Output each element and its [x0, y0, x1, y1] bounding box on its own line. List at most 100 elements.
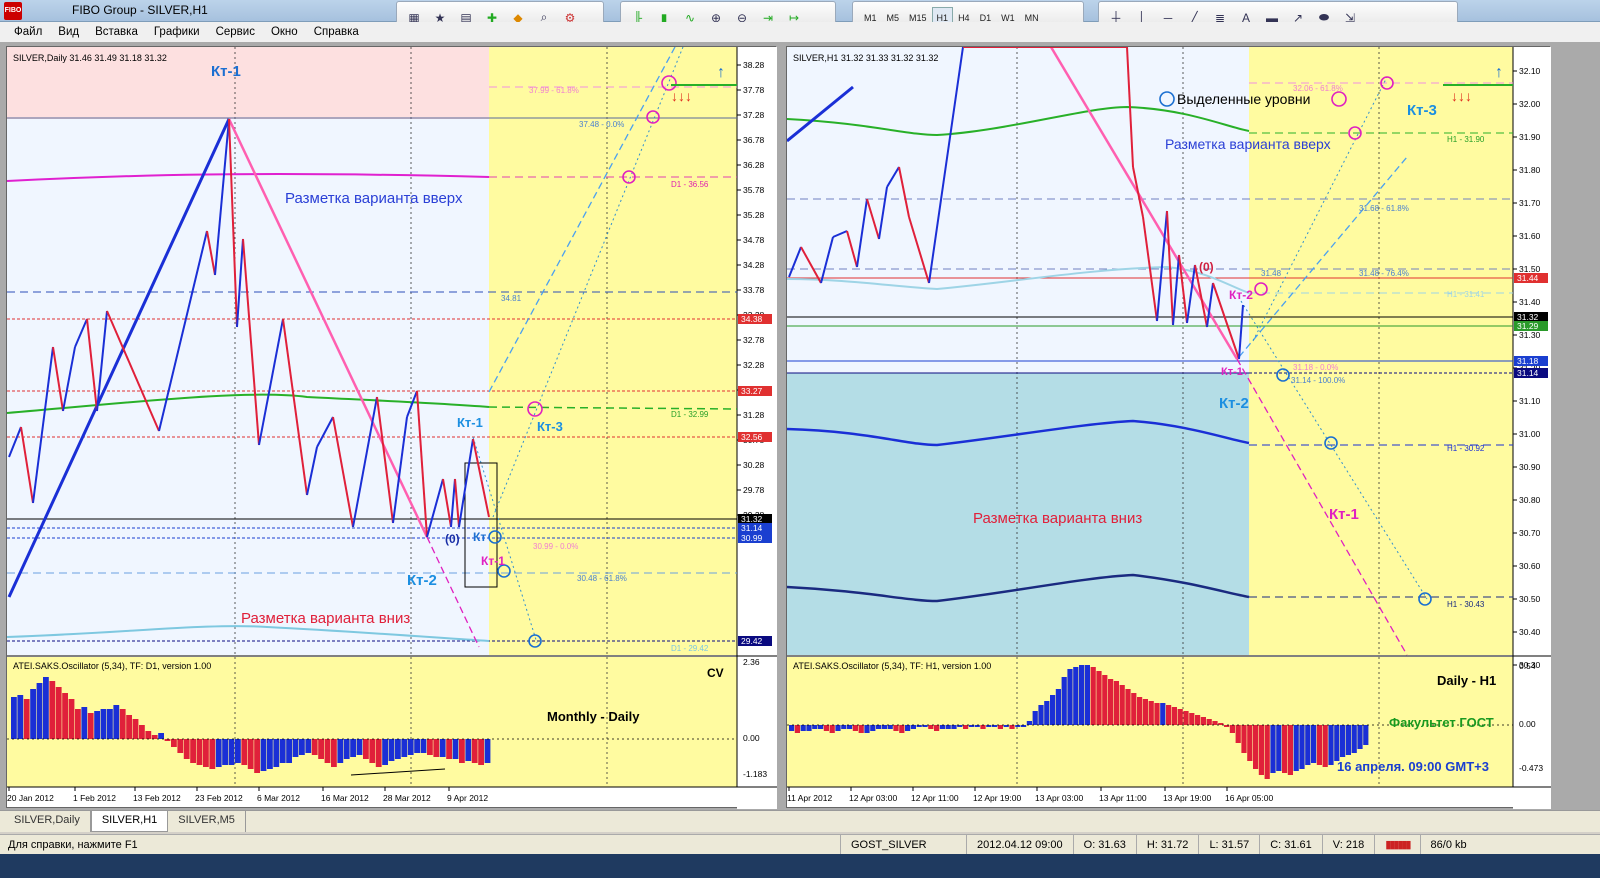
chart-tabs: SILVER,Daily SILVER,H1 SILVER,M5	[0, 810, 1600, 832]
kt2-label: Кт-2	[407, 572, 437, 589]
daily-oscillator-header: ATEI.SAKS.Oscillator (5,34), TF: D1, ver…	[13, 661, 211, 671]
price-highlight-label: 31.18	[1517, 356, 1539, 366]
price-tick-label: 31.80	[1519, 165, 1541, 175]
price-tick-label: 36.78	[743, 135, 765, 145]
time-tick-label: 11 Apr 2012	[787, 793, 832, 803]
time-tick-label: 23 Feb 2012	[195, 793, 243, 803]
fib-3048-label: 30.48 - 61.8%	[577, 574, 627, 583]
time-tick-label: 28 Mar 2012	[383, 793, 431, 803]
h1-time-scale[interactable]: 11 Apr 2012 12 Apr 03:00 12 Apr 11:00 12 Ap…	[787, 787, 1273, 803]
price-tick-label: 31.10	[1519, 396, 1541, 406]
price-tick-label: 32.28	[743, 360, 765, 370]
price-tick-label: 32.10	[1519, 66, 1541, 76]
h1-3141-label: H1 - 31.41	[1447, 290, 1485, 299]
h1-kt2-blue-label: Кт-2	[1219, 395, 1249, 412]
fib-3206-label: 32.06 - 61.8%	[1293, 84, 1343, 93]
up-arrow-icon: ↑	[717, 64, 725, 81]
chart-window-h1[interactable]: ↑ ↓↓↓ SILVER,H1 31.32 31.33 31.32 31.32 …	[786, 46, 1551, 809]
h1-kt1-small-label: Кт-1	[1221, 366, 1243, 378]
menu-help[interactable]: Справка	[306, 26, 367, 38]
svg-text:↑: ↑	[1495, 64, 1503, 81]
price-highlight-label: 30.99	[741, 533, 763, 543]
menu-insert[interactable]: Вставка	[87, 26, 146, 38]
lvl-3148-label: 31.48	[1261, 269, 1282, 278]
osc-tick-label: 0.00	[743, 733, 760, 743]
h1-kt2-magenta-label: Кт-2	[1229, 288, 1253, 302]
price-tick-label: 31.70	[1519, 198, 1541, 208]
daily-time-scale[interactable]: 20 Jan 2012 1 Feb 2012 13 Feb 2012 23 Feb 2…	[7, 787, 488, 803]
date-caption: 16 апреля. 09:00 GMT+3	[1337, 759, 1489, 774]
faculty-caption: Факультет ГОСТ	[1389, 715, 1494, 730]
svg-text:↓↓↓: ↓↓↓	[671, 88, 692, 104]
d1-3656-label: D1 - 36.56	[671, 180, 709, 189]
down-variant-label: Разметка варианта вниз	[241, 610, 410, 627]
chart-window-daily[interactable]: ↑ ↓↓↓ SILVER,Daily 31.46 31.49 31.18 31.…	[6, 46, 777, 809]
status-open: O: 31.63	[1072, 835, 1136, 854]
kt1-bottom-label: Кт-1	[481, 554, 505, 568]
lvl-3481-label: 34.81	[501, 294, 522, 303]
osc-tick-label: 2.36	[743, 657, 760, 667]
fib-3148-label: 31.48 - 76.4%	[1359, 269, 1409, 278]
menu-tools[interactable]: Сервис	[208, 26, 263, 38]
fib-3168-label: 31.68 - 61.8%	[1359, 204, 1409, 213]
time-tick-label: 13 Apr 03:00	[1035, 793, 1083, 803]
tab-silver-m5[interactable]: SILVER,M5	[168, 811, 246, 832]
osc-tick-label: -0.473	[1519, 763, 1543, 773]
daily-h1-caption: Daily - H1	[1437, 673, 1496, 688]
time-tick-label: 13 Apr 11:00	[1099, 793, 1147, 803]
time-tick-label: 6 Mar 2012	[257, 793, 300, 803]
h1-down-variant-label: Разметка варианта вниз	[973, 510, 1142, 527]
status-bar: Для справки, нажмите F1 GOST_SILVER 2012…	[0, 834, 1600, 854]
status-profile: GOST_SILVER	[840, 835, 966, 854]
daily-chart-header: SILVER,Daily 31.46 31.49 31.18 31.32	[13, 53, 167, 63]
price-tick-label: 31.60	[1519, 231, 1541, 241]
price-tick-label: 32.78	[743, 335, 765, 345]
kt-blue-label: Кт	[473, 530, 486, 544]
fib-3748-label: 37.48 - 0.0%	[579, 120, 624, 129]
cv-label: CV	[707, 666, 724, 680]
time-tick-label: 16 Mar 2012	[321, 793, 369, 803]
price-tick-label: 31.00	[1519, 429, 1541, 439]
price-highlight-label: 32.56	[741, 432, 763, 442]
price-tick-label: 31.90	[1519, 132, 1541, 142]
status-close: C: 31.61	[1259, 835, 1322, 854]
menu-charts[interactable]: Графики	[146, 26, 208, 38]
down-arrows-icon: ↓↓↓	[671, 88, 692, 104]
menu-window[interactable]: Окно	[263, 26, 306, 38]
down-arrows-icon: ↓↓↓	[1451, 88, 1472, 104]
status-help: Для справки, нажмите F1	[8, 838, 138, 851]
zero-label: (0)	[445, 532, 460, 546]
h1-chart-svg[interactable]: ↑ ↓↓↓ SILVER,H1 31.32 31.33 31.32 31.32 …	[786, 46, 1551, 809]
price-tick-label: 35.28	[743, 210, 765, 220]
status-high: H: 31.72	[1135, 835, 1199, 854]
osc-tick-label: 0.54	[1519, 661, 1536, 671]
time-tick-label: 20 Jan 2012	[7, 793, 54, 803]
menu-file[interactable]: Файл	[6, 26, 50, 38]
daily-chart-svg[interactable]: ↑ ↓↓↓ SILVER,Daily 31.46 31.49 31.18 31.…	[6, 46, 777, 809]
svg-text:↓↓↓: ↓↓↓	[1451, 88, 1472, 104]
time-tick-label: 16 Apr 05:00	[1225, 793, 1273, 803]
menu-view[interactable]: Вид	[50, 26, 87, 38]
osc-tick-label: -1.183	[743, 769, 767, 779]
price-tick-label: 34.78	[743, 235, 765, 245]
price-tick-label: 30.28	[743, 460, 765, 470]
price-tick-label: 32.00	[1519, 99, 1541, 109]
fib-3099-label: 30.99 - 0.0%	[533, 542, 578, 551]
price-highlight-label: 33.27	[741, 386, 763, 396]
tab-silver-daily[interactable]: SILVER,Daily	[4, 811, 91, 832]
up-arrow-icon: ↑	[1495, 64, 1503, 81]
kt1-mid-label: Кт-1	[457, 415, 483, 430]
price-tick-label: 31.28	[743, 410, 765, 420]
price-tick-label: 37.78	[743, 85, 765, 95]
price-highlight-label: 31.29	[1517, 321, 1539, 331]
time-tick-label: 1 Feb 2012	[73, 793, 116, 803]
tab-silver-h1[interactable]: SILVER,H1	[90, 811, 169, 832]
d1-3299-label: D1 - 32.99	[671, 410, 709, 419]
status-low: L: 31.57	[1198, 835, 1259, 854]
status-volume: V: 218	[1321, 835, 1374, 854]
status-traffic: 86/0 kb	[1419, 835, 1477, 854]
price-tick-label: 30.90	[1519, 462, 1541, 472]
time-tick-label: 12 Apr 11:00	[911, 793, 959, 803]
window-title: FIBO Group - SILVER,H1	[72, 3, 208, 17]
price-tick-label: 33.78	[743, 285, 765, 295]
